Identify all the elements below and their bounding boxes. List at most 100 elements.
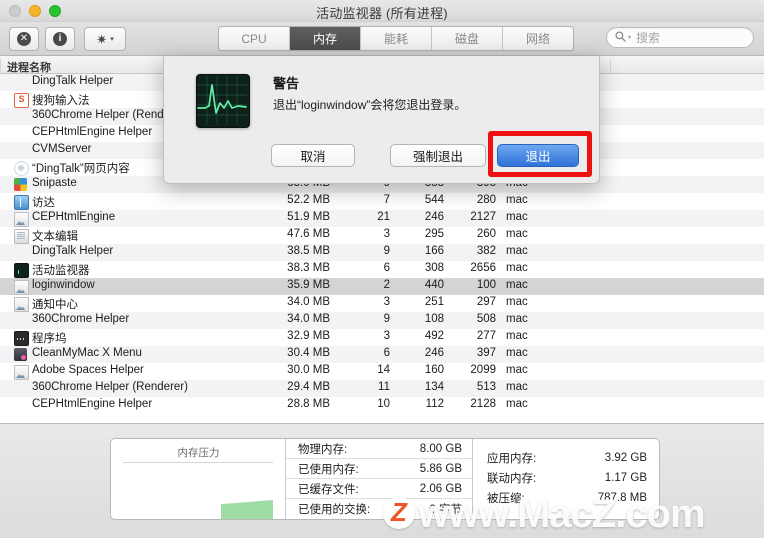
inspect-process-button[interactable]: i — [45, 27, 75, 51]
process-memory: 28.8 MB — [287, 398, 330, 410]
quit-process-button[interactable]: ✕ — [9, 27, 39, 51]
stat-value: 3.92 GB — [604, 452, 647, 464]
process-name: loginwindow — [32, 279, 95, 291]
process-threads: 6 — [383, 347, 390, 359]
dialog-title: 警告 — [273, 76, 300, 91]
stat-row: 已使用内存: 5.86 GB — [286, 459, 472, 479]
tab-磁盘[interactable]: 磁盘 — [432, 27, 503, 50]
table-row[interactable]: 文本编辑 47.6 MB 3 295 260 mac — [0, 227, 764, 244]
process-threads: 2 — [383, 279, 390, 291]
table-row[interactable]: 360Chrome Helper (Renderer) 29.4 MB 11 134 5… — [0, 380, 764, 397]
table-row[interactable]: 程序坞 32.9 MB 3 492 277 mac — [0, 329, 764, 346]
process-user: mac — [506, 211, 528, 223]
column-header-spacer[interactable] — [610, 59, 764, 74]
process-memory: 38.5 MB — [287, 245, 330, 257]
process-threads: 14 — [377, 364, 390, 376]
process-threads: 10 — [377, 398, 390, 410]
process-user: mac — [506, 381, 528, 393]
process-pid: 2127 — [470, 211, 496, 223]
process-ports: 134 — [424, 381, 444, 393]
search-chevron-down-icon[interactable]: ▾ — [628, 34, 631, 41]
memory-summary-panel: 内存压力 物理内存: 8.00 GB 已使用内存: 5.86 GB 已缓存文件: 2.06… — [0, 424, 764, 538]
stat-value: 1.17 GB — [604, 472, 647, 484]
process-ports: 108 — [424, 313, 444, 325]
process-pid: 2128 — [470, 398, 496, 410]
stat-row: 被压缩: 787.8 MB — [473, 488, 659, 508]
dock-icon — [14, 331, 29, 346]
table-row[interactable]: DingTalk Helper 38.5 MB 9 166 382 mac — [0, 244, 764, 261]
stat-row: 已使用的交换: 0 字节 — [286, 499, 472, 519]
process-memory: 29.4 MB — [287, 381, 330, 393]
stat-row: 应用内存: 3.92 GB — [473, 448, 659, 468]
stat-value: 2.06 GB — [419, 482, 462, 495]
window-title: 活动监视器 (所有进程) — [316, 6, 448, 21]
process-name: 360Chrome Helper (Renderer) — [32, 381, 188, 393]
gear-icon: ✷ — [96, 31, 108, 47]
process-pid: 382 — [476, 245, 496, 257]
process-ports: 295 — [424, 228, 444, 240]
process-memory: 30.4 MB — [287, 347, 330, 359]
tab-能耗[interactable]: 能耗 — [361, 27, 432, 50]
table-row[interactable]: loginwindow 35.9 MB 2 440 100 mac — [0, 278, 764, 295]
stat-row: 联动内存: 1.17 GB — [473, 468, 659, 488]
memory-stats-box: 内存压力 物理内存: 8.00 GB 已使用内存: 5.86 GB 已缓存文件: 2.06… — [110, 438, 660, 520]
process-name: CEPHtmlEngine — [32, 211, 116, 223]
process-pid: 508 — [476, 313, 496, 325]
table-row[interactable]: 360Chrome Helper 34.0 MB 9 108 508 mac — [0, 312, 764, 329]
process-threads: 3 — [383, 296, 390, 308]
process-user: mac — [506, 228, 528, 240]
force-quit-button[interactable]: 强制退出 — [390, 144, 486, 167]
table-row[interactable]: CEPHtmlEngine Helper 28.8 MB 10 112 2128 mac — [0, 397, 764, 414]
process-user: mac — [506, 398, 528, 410]
table-row[interactable]: 通知中心 34.0 MB 3 251 297 mac — [0, 295, 764, 312]
process-memory: 38.3 MB — [287, 262, 330, 274]
snip-icon — [14, 178, 27, 191]
memory-stats-left: 物理内存: 8.00 GB 已使用内存: 5.86 GB 已缓存文件: 2.06 GB 已使… — [286, 439, 473, 519]
stat-label: 已使用内存: — [298, 463, 359, 476]
process-ports: 440 — [424, 279, 444, 291]
process-ports: 492 — [424, 330, 444, 342]
process-memory: 47.6 MB — [287, 228, 330, 240]
quit-button[interactable]: 退出 — [497, 144, 579, 167]
table-row[interactable]: 活动监视器 38.3 MB 6 308 2656 mac — [0, 261, 764, 278]
view-options-button[interactable]: ✷ ▾ — [84, 27, 126, 51]
process-pid: 280 — [476, 194, 496, 206]
doc-icon — [14, 212, 29, 227]
tab-内存[interactable]: 内存 — [290, 27, 361, 50]
stat-label: 已缓存文件: — [298, 483, 359, 496]
process-name: 通知中心 — [32, 299, 78, 311]
process-threads: 11 — [378, 381, 390, 393]
process-name: 360Chrome Helper — [32, 313, 130, 325]
tab-网络[interactable]: 网络 — [503, 27, 573, 50]
info-circle-icon: i — [53, 32, 67, 46]
finder-icon — [14, 195, 29, 210]
stat-value: 0 字节 — [429, 504, 462, 516]
process-threads: 7 — [383, 194, 390, 206]
memory-pressure-label: 内存压力 — [177, 447, 220, 459]
process-memory: 52.2 MB — [287, 194, 330, 206]
process-memory: 30.0 MB — [287, 364, 330, 376]
stat-label: 联动内存: — [487, 473, 537, 485]
process-ports: 160 — [424, 364, 444, 376]
activity-monitor-icon — [196, 74, 250, 128]
tab-CPU[interactable]: CPU — [219, 27, 290, 50]
process-ports: 246 — [424, 211, 444, 223]
process-pid: 277 — [476, 330, 496, 342]
cancel-button[interactable]: 取消 — [271, 144, 355, 167]
process-memory: 34.0 MB — [287, 296, 330, 308]
column-header-process-name[interactable]: 进程名称 — [0, 59, 172, 74]
table-row[interactable]: CEPHtmlEngine 51.9 MB 21 246 2127 mac — [0, 210, 764, 227]
table-row[interactable]: Adobe Spaces Helper 30.0 MB 14 160 2099 mac — [0, 363, 764, 380]
search-field[interactable]: ▾ 搜索 — [606, 27, 754, 48]
titlebar: 活动监视器 (所有进程) — [0, 0, 764, 22]
table-row[interactable]: CleanMyMac X Menu 30.4 MB 6 246 397 mac — [0, 346, 764, 363]
process-memory: 51.9 MB — [287, 211, 330, 223]
process-memory: 32.9 MB — [287, 330, 330, 342]
pressure-green-area — [221, 500, 273, 519]
stat-row: 物理内存: 8.00 GB — [286, 439, 472, 459]
process-name: Adobe Spaces Helper — [32, 364, 144, 376]
process-name: 活动监视器 — [32, 265, 90, 277]
process-threads: 9 — [383, 313, 390, 325]
table-row[interactable]: 访达 52.2 MB 7 544 280 mac — [0, 193, 764, 210]
doc-icon — [14, 297, 29, 312]
